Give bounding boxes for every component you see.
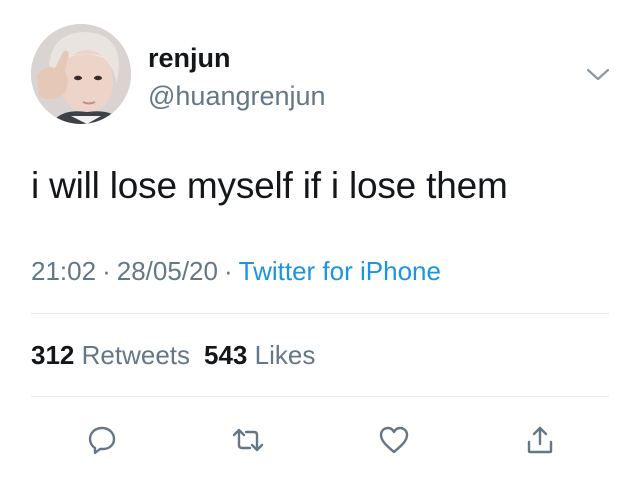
tweet-time: 21:02 [31, 256, 97, 286]
share-button[interactable] [518, 418, 562, 462]
heart-icon [379, 426, 409, 454]
meta-separator: · [223, 256, 233, 286]
retweet-button[interactable] [226, 418, 270, 462]
share-icon [527, 426, 553, 454]
likes-stat[interactable]: 543 Likes [204, 340, 315, 370]
avatar[interactable] [31, 24, 131, 124]
likes-label: Likes [254, 340, 316, 370]
engagement-stats: 312 Retweets 543 Likes [31, 338, 315, 372]
likes-count: 543 [204, 340, 248, 370]
tweet-text: i will lose myself if i lose them [31, 165, 508, 206]
retweets-count: 312 [31, 340, 75, 370]
chevron-down-icon[interactable] [584, 62, 612, 86]
display-name[interactable]: renjun [148, 42, 231, 74]
tweet-metadata: 21:02 · 28/05/20 · Twitter for iPhone [31, 254, 441, 288]
reply-button[interactable] [80, 418, 124, 462]
retweets-label: Retweets [81, 340, 191, 370]
tweet-date: 28/05/20 [116, 256, 218, 286]
tweet-detail: renjun @huangrenjun i will lose myself i… [0, 0, 640, 485]
retweet-icon [232, 428, 264, 452]
meta-separator: · [102, 256, 111, 286]
retweets-stat[interactable]: 312 Retweets [31, 340, 190, 370]
avatar-photo [31, 24, 131, 124]
like-button[interactable] [372, 418, 416, 462]
divider [31, 396, 609, 397]
tweet-source-link[interactable]: Twitter for iPhone [239, 256, 441, 286]
user-handle[interactable]: @huangrenjun [148, 80, 326, 112]
action-bar [0, 418, 640, 462]
divider [31, 313, 609, 314]
reply-icon [88, 426, 116, 455]
